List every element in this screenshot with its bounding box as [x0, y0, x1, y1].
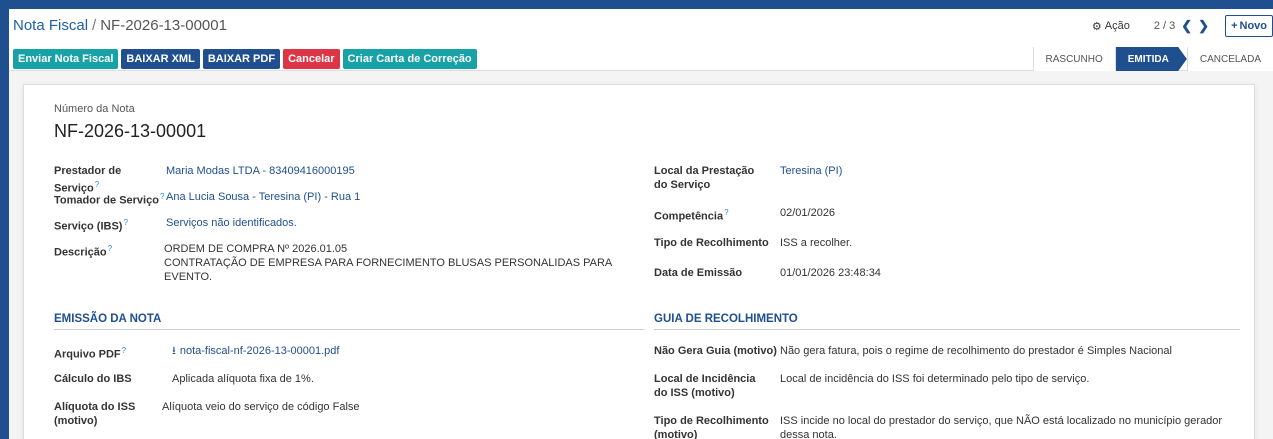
control-panel: Nota Fiscal / NF-2026-13-00001 ⚙ Ação 2 / … — [9, 9, 1273, 71]
calculo-ibs-label: Cálculo do IBS — [54, 373, 132, 385]
right-field-group: Local da Prestação do Serviço Teresina (… — [654, 164, 1214, 280]
tipo-recolhimento-motivo-value: ISS incide no local do prestador do serv… — [780, 415, 1223, 439]
pager: 2 / 3 ❮ ❯ — [1154, 18, 1209, 34]
tipo-recolhimento-motivo-label: Tipo de Recolhimento (motivo) — [654, 415, 769, 439]
local-prestacao-row: Local da Prestação do Serviço Teresina (… — [654, 164, 1214, 206]
status-cancelada[interactable]: CANCELADA — [1186, 47, 1273, 71]
help-icon[interactable]: ? — [123, 218, 127, 227]
baixar-pdf-button[interactable]: BAIXAR PDF — [202, 49, 281, 69]
status-emitida[interactable]: EMITIDA — [1114, 47, 1187, 71]
breadcrumb-separator: / — [92, 17, 97, 34]
local-prestacao-label: Local da Prestação do Serviço — [654, 165, 755, 191]
help-icon[interactable]: ? — [724, 208, 728, 217]
calculo-ibs-value: Aplicada alíquota fixa de 1%. — [172, 373, 314, 385]
tipo-recolhimento-motivo-row: Tipo de Recolhimento (motivo) ISS incide… — [654, 414, 1240, 439]
tomador-row: Tomador de Serviço? Ana Lucia Sousa - Te… — [54, 190, 654, 216]
help-icon[interactable]: ? — [160, 192, 164, 201]
competencia-row: Competência? 02/01/2026 — [654, 206, 1214, 236]
local-incidencia-label: Local de Incidência do ISS (motivo) — [654, 373, 756, 399]
aliquota-iss-value: Alíquota veio do serviço de código False — [162, 401, 360, 413]
nao-gera-guia-row: Não Gera Guia (motivo) Não gera fatura, … — [654, 344, 1240, 372]
competencia-label: Competência? — [654, 208, 729, 223]
left-field-group: Prestador de Serviço? Maria Modas LTDA -… — [54, 164, 654, 284]
descricao-value: ORDEM DE COMPRA Nº 2026.01.05 CONTRATAÇÃ… — [164, 242, 654, 284]
emissao-section-title: EMISSÃO DA NOTA — [54, 313, 644, 330]
aliquota-iss-row: Alíquota do ISS (motivo) Alíquota veio d… — [54, 400, 644, 428]
breadcrumb-parent-link[interactable]: Nota Fiscal — [13, 17, 88, 34]
nao-gera-guia-value: Não gera fatura, pois o regime de recolh… — [780, 345, 1172, 357]
help-icon[interactable]: ? — [122, 346, 126, 355]
descricao-line-2: CONTRATAÇÃO DE EMPRESA PARA FORNECIMENTO… — [164, 257, 612, 283]
arquivo-pdf-row: Arquivo PDF? ⭳ nota-fiscal-nf-2026-13-000… — [54, 344, 644, 372]
tipo-recolhimento-label: Tipo de Recolhimento — [654, 237, 769, 249]
breadcrumb: Nota Fiscal / NF-2026-13-00001 — [13, 17, 227, 34]
descricao-row: Descrição? ORDEM DE COMPRA Nº 2026.01.05… — [54, 242, 654, 284]
status-rascunho[interactable]: RASCUNHO — [1032, 47, 1115, 71]
local-prestacao-link[interactable]: Teresina (PI) — [780, 164, 842, 206]
form-sheet: Número da Nota NF-2026-13-00001 Prestado… — [23, 84, 1255, 439]
aliquota-iss-label: Alíquota do ISS (motivo) — [54, 401, 136, 427]
local-incidencia-row: Local de Incidência do ISS (motivo) Loca… — [654, 372, 1240, 414]
competencia-value: 02/01/2026 — [780, 207, 836, 219]
data-emissao-value: 01/01/2026 23:48:34 — [780, 267, 881, 279]
cancelar-button[interactable]: Cancelar — [283, 49, 340, 69]
prestador-link[interactable]: Maria Modas LTDA - 83409416000195 — [166, 164, 355, 190]
numero-nota-value: NF-2026-13-00001 — [54, 121, 207, 141]
novo-label: Novo — [1239, 20, 1268, 32]
local-incidencia-value: Local de incidência do ISS foi determina… — [780, 373, 1090, 385]
enviar-nota-fiscal-button[interactable]: Enviar Nota Fiscal — [13, 49, 119, 69]
tipo-recolhimento-value: ISS a recolher. — [780, 237, 853, 249]
help-icon[interactable]: ? — [108, 244, 112, 253]
descricao-label: Descrição? — [54, 244, 113, 259]
chevron-right-icon[interactable]: ❯ — [1198, 18, 1209, 34]
servico-label: Serviço (IBS)? — [54, 218, 128, 233]
guia-section: GUIA DE RECOLHIMENTO Não Gera Guia (moti… — [654, 313, 1240, 439]
tomador-link[interactable]: Ana Lucia Sousa - Teresina (PI) - Rua 1 — [166, 190, 360, 216]
descricao-line-1: ORDEM DE COMPRA Nº 2026.01.05 — [164, 243, 348, 255]
tomador-label: Tomador de Serviço? — [54, 192, 165, 207]
tipo-recolhimento-row: Tipo de Recolhimento ISS a recolher. — [654, 236, 1214, 266]
servico-link[interactable]: Serviços não identificados. — [166, 216, 297, 242]
arquivo-pdf-label: Arquivo PDF? — [54, 346, 127, 361]
arquivo-pdf-filename: nota-fiscal-nf-2026-13-00001.pdf — [179, 345, 340, 357]
acao-label: Ação — [1104, 20, 1130, 32]
breadcrumb-current: NF-2026-13-00001 — [100, 17, 227, 34]
plus-icon: + — [1231, 20, 1238, 32]
action-buttons: Enviar Nota Fiscal BAIXAR XML BAIXAR PDF… — [13, 49, 477, 69]
acao-dropdown[interactable]: ⚙ Ação — [1092, 20, 1130, 33]
baixar-xml-button[interactable]: BAIXAR XML — [121, 49, 200, 69]
novo-button[interactable]: + Novo — [1225, 15, 1273, 37]
status-bar: RASCUNHO EMITIDA CANCELADA — [1032, 47, 1273, 71]
data-emissao-label: Data de Emissão — [654, 267, 743, 279]
gear-icon: ⚙ — [1091, 20, 1102, 33]
nao-gera-guia-label: Não Gera Guia (motivo) — [654, 345, 777, 357]
servico-row: Serviço (IBS)? Serviços não identificado… — [54, 216, 654, 242]
pager-value[interactable]: 2 / 3 — [1154, 20, 1175, 32]
calculo-ibs-row: Cálculo do IBS Aplicada alíquota fixa de… — [54, 372, 644, 400]
numero-nota-label: Número da Nota — [54, 103, 135, 115]
download-icon: ⭳ — [172, 345, 176, 357]
data-emissao-row: Data de Emissão 01/01/2026 23:48:34 — [654, 266, 1214, 280]
help-icon[interactable]: ? — [95, 180, 99, 189]
app-window: Nota Fiscal / NF-2026-13-00001 ⚙ Ação 2 / … — [9, 9, 1273, 439]
criar-carta-correcao-button[interactable]: Criar Carta de Correção — [342, 49, 477, 69]
arquivo-pdf-link[interactable]: ⭳ nota-fiscal-nf-2026-13-00001.pdf — [172, 344, 339, 372]
prestador-row: Prestador de Serviço? Maria Modas LTDA -… — [54, 164, 654, 195]
guia-section-title: GUIA DE RECOLHIMENTO — [654, 313, 1240, 330]
emissao-section: EMISSÃO DA NOTA Arquivo PDF? ⭳ nota-fisca… — [54, 313, 644, 428]
prestador-label: Prestador de Serviço? — [54, 165, 122, 195]
chevron-left-icon[interactable]: ❮ — [1181, 18, 1192, 34]
control-panel-right: ⚙ Ação 2 / 3 ❮ ❯ + Novo — [1092, 15, 1273, 37]
